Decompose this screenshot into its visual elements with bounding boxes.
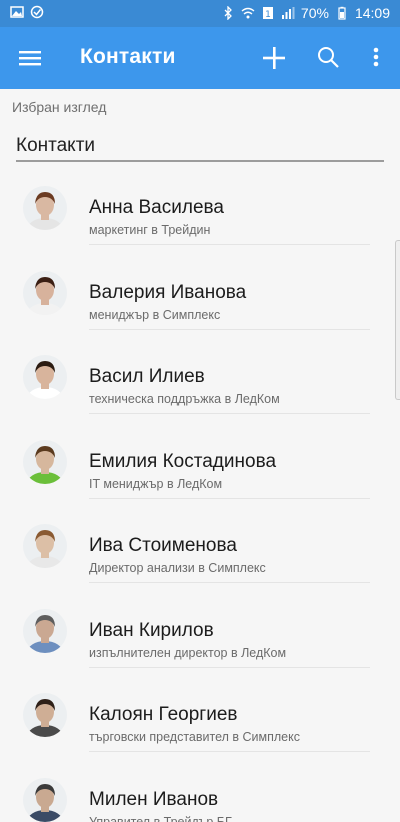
svg-text:1: 1: [265, 10, 271, 20]
avatar: [23, 186, 67, 230]
contact-role: маркетинг в Трейдин: [89, 223, 211, 237]
divider: [89, 413, 370, 414]
page-title: Контакти: [80, 45, 176, 68]
contact-row[interactable]: Иван Кирилов изпълнителен директор в ЛедК…: [0, 591, 400, 675]
check-icon: [30, 5, 44, 19]
contact-name: Ива Стоименова: [89, 535, 237, 556]
contact-role: Управител в Трейдър БГ: [89, 814, 232, 822]
status-bar: 1 70% 14:09: [0, 0, 400, 27]
avatar: [23, 355, 67, 399]
scroll-handle[interactable]: [395, 240, 400, 400]
clock: 14:09: [354, 5, 390, 21]
battery-icon: [338, 6, 346, 20]
contact-role: мениджър в Симплекс: [89, 307, 221, 322]
avatar: [23, 693, 67, 737]
avatar: [23, 608, 67, 653]
sim-icon: 1: [262, 7, 273, 20]
divider: [89, 328, 370, 330]
contact-role: IT мениджър в ЛедКом: [89, 476, 223, 491]
contact-role: Директор анализи в Симплекс: [89, 561, 266, 575]
contact-row[interactable]: Милен Иванов Управител в Трейдър БГ: [0, 760, 400, 822]
avatar: [23, 270, 67, 315]
contact-name: Анна Василева: [89, 197, 224, 218]
avatar: [23, 777, 67, 822]
gallery-icon: [10, 6, 24, 18]
divider: [89, 497, 370, 499]
contact-row[interactable]: Анна Василева маркетинг в Трейдин: [0, 168, 400, 252]
battery-level: 70%: [300, 5, 329, 21]
divider: [89, 751, 370, 752]
divider: [89, 582, 370, 583]
view-label: Избран изглед: [12, 99, 107, 115]
menu-icon[interactable]: [16, 45, 46, 71]
contact-row[interactable]: Емилия Костадинова IT мениджър в ЛедКом: [0, 422, 400, 506]
contact-row[interactable]: Калоян Георгиев търговски представител в …: [0, 675, 400, 759]
contact-role: изпълнителен директор в ЛедКом: [89, 645, 287, 660]
contact-name: Валерия Иванова: [89, 281, 247, 303]
divider: [89, 666, 370, 668]
contact-name: Иван Кирилов: [89, 619, 214, 641]
search-icon[interactable]: [312, 41, 344, 73]
contact-role: техническа поддръжка в ЛедКом: [89, 392, 280, 406]
contact-row[interactable]: Васил Илиев техническа поддръжка в ЛедКом: [0, 337, 400, 421]
more-icon[interactable]: [360, 41, 392, 73]
view-selected-value: Контакти: [16, 135, 96, 156]
bluetooth-icon: [224, 6, 232, 20]
contact-name: Милен Иванов: [89, 788, 219, 810]
avatar: [23, 439, 67, 484]
contact-row[interactable]: Ива Стоименова Директор анализи в Симплек…: [0, 506, 400, 590]
contact-name: Калоян Георгиев: [89, 704, 238, 725]
contact-name: Емилия Костадинова: [89, 450, 277, 472]
avatar: [23, 524, 67, 568]
add-icon[interactable]: [258, 41, 290, 73]
contact-name: Васил Илиев: [89, 366, 205, 387]
divider: [89, 244, 370, 245]
wifi-icon: [241, 7, 255, 19]
view-selector[interactable]: Контакти: [16, 132, 384, 162]
contact-row[interactable]: Валерия Иванова мениджър в Симплекс: [0, 253, 400, 337]
signal-icon: [281, 7, 295, 19]
contact-role: търговски представител в Симплекс: [89, 730, 300, 744]
app-bar: Контакти: [0, 27, 400, 89]
